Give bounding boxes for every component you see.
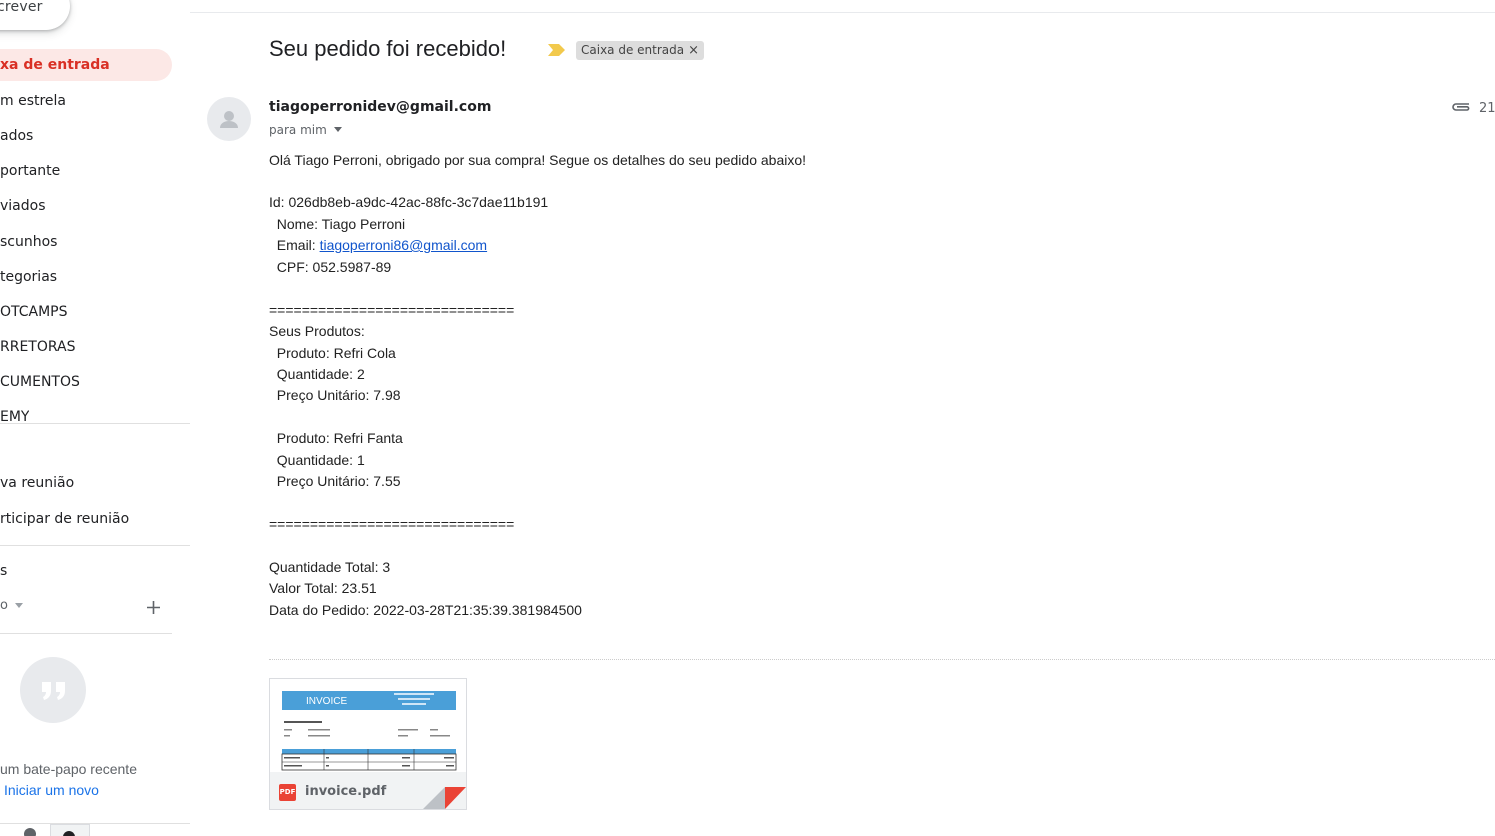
sidebar-item-label: EMY: [0, 409, 30, 423]
chat-empty-text: um bate-papo recente: [0, 761, 137, 777]
compose-label: crever: [0, 0, 43, 15]
body-products-heading: Seus Produtos:: [269, 323, 365, 339]
body-product-2: Produto: Refri Fanta: [269, 430, 403, 446]
invoice-thumbnail-title: INVOICE: [306, 696, 347, 707]
invoice-thumbnail: INVOICE: [281, 691, 457, 771]
person-icon: [220, 111, 238, 128]
divider: [0, 633, 172, 634]
start-chat-link[interactable]: Iniciar um novo: [4, 782, 99, 798]
attachment-card[interactable]: INVOICE PDF invoice.pdf: [269, 678, 467, 810]
body-quantity-2: Quantidade: 1: [269, 452, 365, 468]
divider: [0, 545, 190, 546]
attachment-clip-icon: [1450, 100, 1472, 118]
chat-tab[interactable]: [50, 824, 90, 836]
sidebar-item-label: m estrela: [0, 93, 67, 109]
chevron-down-icon: [15, 603, 24, 608]
body-quantity-1: Quantidade: 2: [269, 366, 365, 382]
sidebar-item-label: xa de entrada: [0, 57, 110, 73]
sidebar-item-label: RRETORAS: [0, 339, 76, 355]
hangouts-user-label: o: [0, 598, 8, 613]
sidebar-item-bootcamps[interactable]: OTCAMPS: [0, 296, 68, 328]
body-total-quantity: Quantidade Total: 3: [269, 559, 391, 575]
important-marker-icon[interactable]: [547, 43, 566, 62]
hangouts-chat-icon: [20, 657, 86, 723]
sidebar-item-label: tegorias: [0, 269, 58, 285]
sidebar-item-snoozed[interactable]: ados: [0, 120, 33, 152]
body-email-line: Email: tiagoperroni86@gmail.com: [269, 237, 487, 253]
body-product-1: Produto: Refri Cola: [269, 345, 396, 361]
body-email-label: Email:: [269, 237, 320, 253]
person-icon[interactable]: [24, 828, 36, 836]
sidebar-item-starred[interactable]: m estrela: [0, 85, 66, 117]
label-chip-text: Caixa de entrada: [581, 43, 685, 57]
hangouts-title: s: [0, 563, 8, 579]
sidebar-item-label: viados: [0, 198, 46, 214]
sidebar-item-label: CUMENTOS: [0, 374, 80, 390]
divider: [0, 823, 190, 824]
sidebar-item-label: portante: [0, 163, 61, 179]
sidebar-item-sent[interactable]: viados: [0, 190, 46, 222]
sidebar-item-inbox[interactable]: xa de entrada: [0, 49, 172, 81]
body-cpf: CPF: 052.5987-89: [269, 259, 392, 275]
hangouts-user[interactable]: o: [0, 598, 24, 613]
body-name: Nome: Tiago Perroni: [269, 216, 406, 232]
email-subject: Seu pedido foi recebido!: [269, 36, 507, 61]
toolbar-divider: [190, 12, 1495, 13]
attachment-filename: invoice.pdf: [305, 784, 387, 799]
recipient-line: para mim: [269, 123, 327, 137]
body-separator: ==============================: [269, 516, 515, 532]
plus-icon[interactable]: [146, 600, 161, 620]
sidebar-item-drafts[interactable]: scunhos: [0, 226, 57, 258]
sender-email[interactable]: tiagoperronidev@gmail.com: [269, 99, 491, 115]
sidebar-item-label: scunhos: [0, 234, 58, 250]
chat-icon: [63, 831, 75, 836]
sidebar: crever xa de entrada m estrela ados port…: [0, 0, 190, 836]
meet-new-meeting[interactable]: va reunião: [0, 475, 74, 491]
details-dropdown-icon[interactable]: [334, 127, 342, 132]
body-total-value: Valor Total: 23.51: [269, 580, 377, 596]
body-price-2: Preço Unitário: 7.55: [269, 473, 401, 489]
remove-label-icon[interactable]: ×: [688, 43, 699, 58]
pdf-file-icon: PDF: [279, 784, 296, 801]
body-order-id: Id: 026db8eb-a9dc-42ac-88fc-3c7dae11b191: [269, 194, 549, 210]
sidebar-item-documentos[interactable]: CUMENTOS: [0, 366, 80, 398]
sidebar-item-label: ados: [0, 128, 34, 144]
attachments-divider: [269, 659, 1495, 660]
page-curl-icon: [423, 787, 466, 809]
body-greeting: Olá Tiago Perroni, obrigado por sua comp…: [269, 152, 807, 168]
label-chip-inbox: Caixa de entrada ×: [576, 41, 705, 60]
body-separator: ==============================: [269, 302, 515, 318]
sidebar-item-important[interactable]: portante: [0, 155, 60, 187]
customer-email-link[interactable]: tiagoperroni86@gmail.com: [320, 237, 488, 253]
email-date: 21: [1479, 101, 1495, 116]
sender-avatar[interactable]: [207, 97, 251, 141]
divider: [0, 423, 190, 424]
meet-join-meeting[interactable]: rticipar de reunião: [0, 511, 129, 527]
sidebar-item-emy[interactable]: EMY: [0, 401, 29, 423]
sidebar-item-label: OTCAMPS: [0, 304, 68, 320]
sidebar-item-categories[interactable]: tegorias: [0, 261, 57, 293]
sidebar-item-corretoras[interactable]: RRETORAS: [0, 331, 76, 363]
body-order-date: Data do Pedido: 2022-03-28T21:35:39.3819…: [269, 602, 582, 618]
compose-button[interactable]: crever: [0, 0, 70, 30]
body-price-1: Preço Unitário: 7.98: [269, 387, 401, 403]
